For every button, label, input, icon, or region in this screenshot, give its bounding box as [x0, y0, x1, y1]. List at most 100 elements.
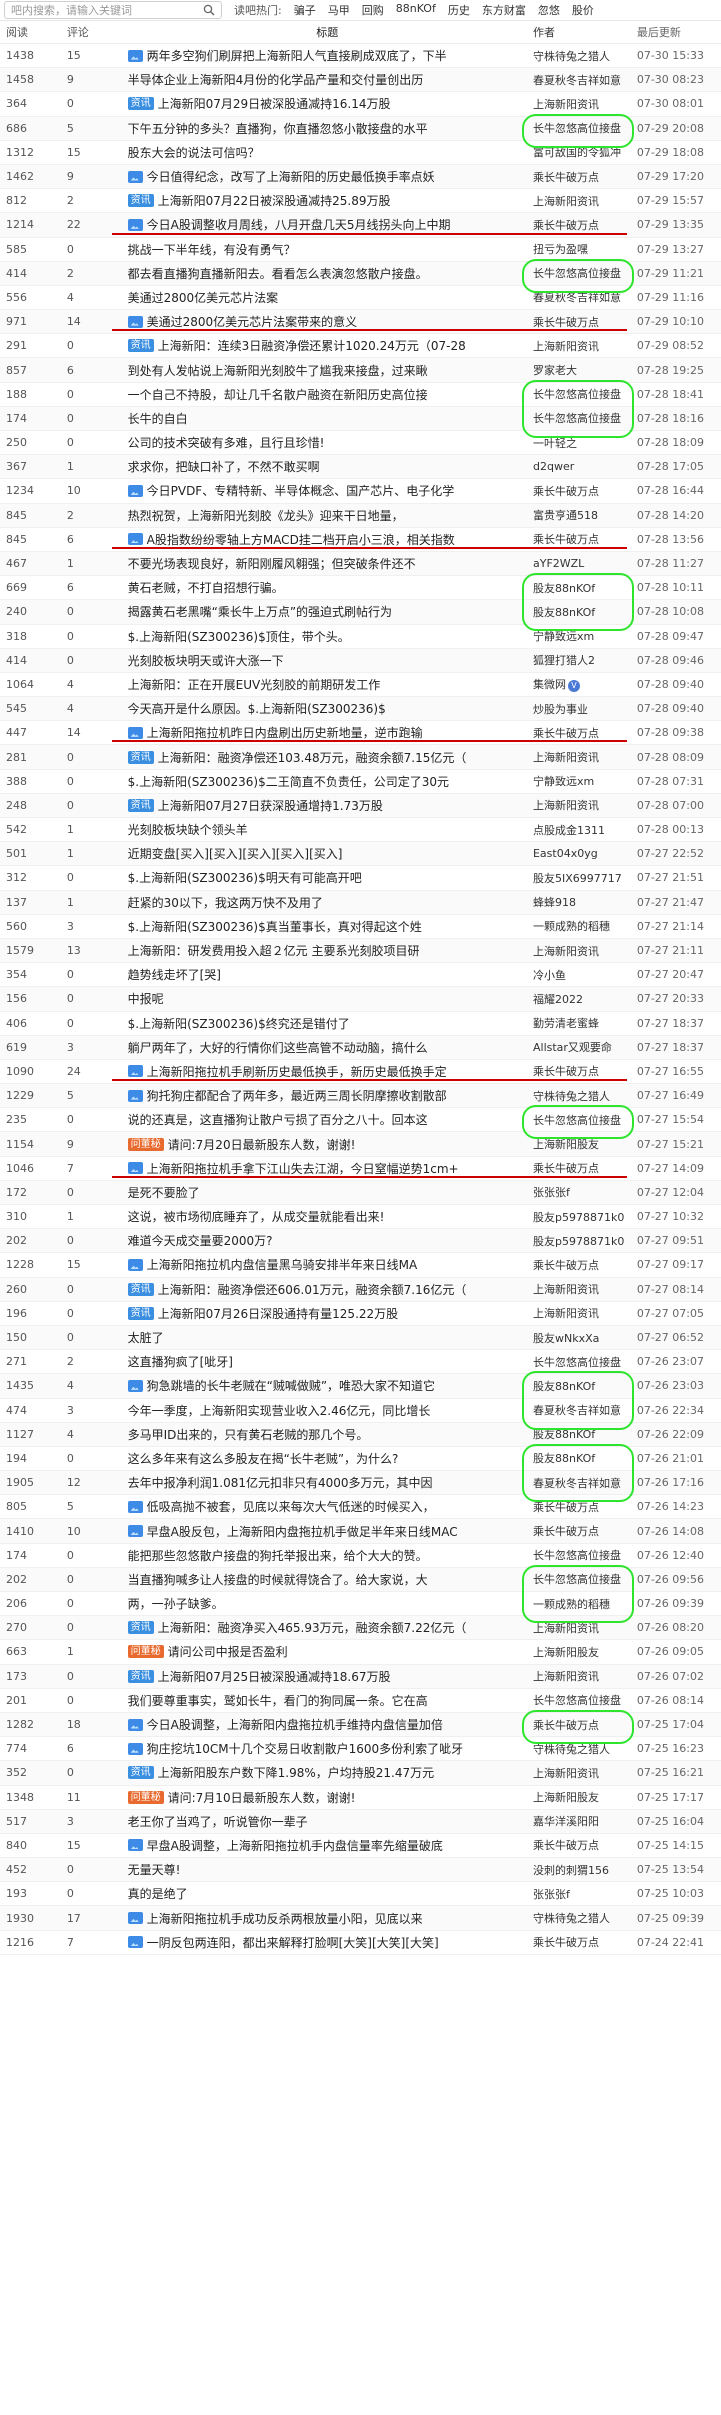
author-link[interactable]: 上海新阳资讯 — [527, 96, 633, 112]
author-link[interactable]: 乘长牛破万点 — [527, 217, 633, 233]
post-title-link[interactable]: 上海新阳：融资净买入465.93万元，融资余额7.22亿元（ — [158, 1619, 467, 1636]
table-row[interactable]: 452 0 无量天尊! 没刺的刺猬156 07-25 13:54 — [0, 1858, 721, 1883]
post-title-link[interactable]: 半导体企业上海新阳4月份的化学品产量和交付量创出历 — [128, 71, 424, 88]
author-link[interactable]: 乘长牛破万点 — [527, 169, 633, 185]
author-link[interactable]: 股友wNkxXa — [527, 1330, 633, 1346]
table-row[interactable]: 1930 17 上海新阳拖拉机手成功反杀两根放量小阳，见底以来 守株待兔之猎人 07-2… — [0, 1906, 721, 1931]
table-row[interactable]: 845 2 热烈祝贺，上海新阳光刻胶《龙头》迎来干日地量， 富贵亨通518 07-28 … — [0, 503, 721, 528]
author-link[interactable]: 乘长牛破万点 — [527, 483, 633, 499]
table-row[interactable]: 174 0 能把那些忽悠散户接盘的狗托举报出来，给个大大的赞。 长牛忽悠高位接盘 07-… — [0, 1544, 721, 1568]
post-title-link[interactable]: 上海新阳07月27日获深股通增持1.73万股 — [158, 797, 383, 814]
author-link[interactable]: aYF2WZL — [527, 557, 633, 570]
table-row[interactable]: 447 14 上海新阳拖拉机昨日内盘刷出历史新地量，逆市跑输 乘长牛破万点 07-28 … — [0, 721, 721, 746]
table-row[interactable]: 560 3 $.上海新阳(SZ300236)$真当董事长，真对得起这个姓 一颗成熟的稻… — [0, 915, 721, 939]
post-title-link[interactable]: $.上海新阳(SZ300236)$终究还是错付了 — [128, 1015, 350, 1032]
post-title-link[interactable]: 今天高开是什么原因。$.上海新阳(SZ300236)$ — [128, 700, 386, 717]
table-row[interactable]: 1462 9 今日值得纪念，改写了上海新阳的历史最低换手率点妖 乘长牛破万点 07-29… — [0, 164, 721, 190]
table-row[interactable]: 1234 10 今日PVDF、专精特新、半导体概念、国产芯片、电子化学 乘长牛破万点 0… — [0, 479, 721, 504]
post-title-link[interactable]: 能把那些忽悠散户接盘的狗托举报出来，给个大大的赞。 — [128, 1547, 428, 1564]
table-row[interactable]: 556 4 美通过2800亿美元芯片法案 春夏秋冬吉祥如意 07-29 11:16 — [0, 286, 721, 311]
table-row[interactable]: 1046 7 上海新阳拖拉机手拿下江山失去江湖，今日窒幅逆势1cm+ 乘长牛破万点 07… — [0, 1157, 721, 1181]
header-comment[interactable]: 评论 — [61, 24, 122, 40]
post-title-link[interactable]: 上海新阳07月22日被深股通减持25.89万股 — [158, 192, 391, 209]
author-link[interactable]: 上海新阳资讯 — [527, 1765, 633, 1781]
table-row[interactable]: 196 0 资讯 上海新阳07月26日深股通持有量125.22万股 上海新阳资讯 07-2… — [0, 1302, 721, 1326]
author-link[interactable]: 乘长牛破万点 — [527, 1934, 633, 1950]
post-title-link[interactable]: 请问公司中报是否盈利 — [168, 1643, 288, 1660]
author-link[interactable]: 没刺的刺猬156 — [527, 1862, 633, 1878]
table-row[interactable]: 1438 15 两年多空狗们刷屏把上海新阳人气直接刷成双底了，下半 守株待兔之猎人 07… — [0, 44, 721, 69]
table-row[interactable]: 812 2 资讯 上海新阳07月22日被深股通减持25.89万股 上海新阳资讯 07-29… — [0, 189, 721, 214]
table-row[interactable]: 248 0 资讯 上海新阳07月27日获深股通增持1.73万股 上海新阳资讯 07-28 … — [0, 793, 721, 818]
author-link[interactable]: 长牛忽悠高位接盘 — [527, 1112, 633, 1128]
post-title-link[interactable]: 下午五分钟的多头？直播狗，你直播忽悠小散接盘的水平 — [128, 120, 428, 137]
author-link[interactable]: 上海新阳股友 — [527, 1644, 633, 1660]
table-row[interactable]: 291 0 资讯 上海新阳：连续3日融资净偿还累计1020.24万元（07-28 上海新… — [0, 334, 721, 359]
post-title-link[interactable]: 热烈祝贺，上海新阳光刻胶《龙头》迎来干日地量， — [128, 507, 404, 524]
table-row[interactable]: 172 0 是死不要脸了 张张张f 07-27 12:04 — [0, 1180, 721, 1205]
post-title-link[interactable]: 今年一季度，上海新阳实现营业收入2.46亿元，同比增长 — [128, 1402, 431, 1419]
hot-link[interactable]: 马甲 — [328, 2, 350, 18]
author-link[interactable]: 乘长牛破万点 — [527, 1499, 633, 1515]
table-row[interactable]: 1905 12 去年中报净利润1.081亿元扣非只有4000多万元，其中因 春夏秋冬吉… — [0, 1471, 721, 1496]
author-link[interactable]: 上海新阳资讯 — [527, 797, 633, 813]
post-title-link[interactable]: 两，一孙子缺爹。 — [128, 1595, 224, 1612]
post-title-link[interactable]: $.上海新阳(SZ300236)$明天有可能高开吧 — [128, 869, 362, 886]
post-title-link[interactable]: 一个自己不持股，却让几千名散户融资在新阳历史高位接 — [128, 386, 428, 403]
table-row[interactable]: 474 3 今年一季度，上海新阳实现营业收入2.46亿元，同比增长 春夏秋冬吉祥如意 0… — [0, 1399, 721, 1423]
table-row[interactable]: 971 14 美通过2800亿美元芯片法案带来的意义 乘长牛破万点 07-29 10:1… — [0, 310, 721, 335]
author-link[interactable]: 股友p5978871k0 — [527, 1209, 633, 1225]
table-row[interactable]: 194 0 这么多年来有这么多股友在揭“长牛老贼”，为什么? 股友88nKOf 07-2… — [0, 1447, 721, 1472]
table-row[interactable]: 201 0 我们要尊重事实，鹫如长牛，看门的狗同属一条。它在高 长牛忽悠高位接盘 07-… — [0, 1689, 721, 1713]
post-title-link[interactable]: 上海新阳：融资净偿还606.01万元，融资余额7.16亿元（ — [158, 1281, 467, 1298]
post-title-link[interactable]: 请问:7月10日最新股东人数，谢谢! — [168, 1789, 356, 1806]
post-title-link[interactable]: 公司的技术突破有多难，且行且珍惜! — [128, 434, 325, 451]
author-link[interactable]: 上海新阳资讯 — [527, 1620, 633, 1636]
post-title-link[interactable]: 我们要尊重事实，鹫如长牛，看门的狗同属一条。它在高 — [128, 1692, 428, 1709]
table-row[interactable]: 663 1 问董秘 请问公司中报是否盈利 上海新阳股友 07-26 09:05 — [0, 1640, 721, 1665]
post-title-link[interactable]: 上海新阳：正在开展EUV光刻胶的前期研发工作 — [128, 676, 381, 693]
table-row[interactable]: 1090 24 上海新阳拖拉机手刷新历史最低换手，新历史最低换手定 乘长牛破万点 07-… — [0, 1060, 721, 1085]
table-row[interactable]: 188 0 一个自己不持股，却让几千名散户融资在新阳历史高位接 长牛忽悠高位接盘 07-… — [0, 383, 721, 407]
post-title-link[interactable]: 真的是绝了 — [128, 1885, 188, 1902]
author-link[interactable]: 富可敌国的令狐冲 — [527, 144, 633, 160]
table-row[interactable]: 406 0 $.上海新阳(SZ300236)$终究还是错付了 勤劳清老蜜蜂 07-27 … — [0, 1012, 721, 1036]
table-row[interactable]: 542 1 光刻胶板块缺个领头羊 点股成金1311 07-28 00:13 — [0, 818, 721, 843]
post-title-link[interactable]: 上海新阳拖拉机手拿下江山失去江湖，今日窒幅逆势1cm+ — [147, 1160, 459, 1177]
table-row[interactable]: 1229 5 狗托狗庄都配合了两年多，最近两三周长阴摩擦收割散部 守株待兔之猎人 07-… — [0, 1084, 721, 1109]
author-link[interactable]: 上海新阳股友 — [527, 1789, 633, 1805]
table-row[interactable]: 364 0 资讯 上海新阳07月29日被深股通减持16.14万股 上海新阳资讯 07-30… — [0, 92, 721, 117]
author-link[interactable]: 上海新阳资讯 — [527, 1281, 633, 1297]
post-title-link[interactable]: 狗急跳墙的长牛老贼在“贼喊做贼”，唯恐大家不知道它 — [147, 1377, 435, 1394]
author-link[interactable]: 上海新阳股友 — [527, 1136, 633, 1152]
post-title-link[interactable]: 美通过2800亿美元芯片法案 — [128, 289, 279, 306]
author-link[interactable]: 乘长牛破万点 — [527, 314, 633, 330]
author-link[interactable]: 长牛忽悠高位接盘 — [527, 1547, 633, 1563]
post-title-link[interactable]: 到处有人发帖说上海新阳光刻胶牛了尴我来接盘，过来瞅 — [128, 362, 428, 379]
author-link[interactable]: 扭亏为盈嘿 — [527, 241, 633, 257]
author-link[interactable]: 上海新阳资讯 — [527, 1668, 633, 1684]
post-title-link[interactable]: 太脏了 — [128, 1329, 164, 1346]
table-row[interactable]: 367 1 求求你，把缺口补了，不然不敢买啊 d2qwer 07-28 17:05 — [0, 455, 721, 480]
author-link[interactable]: 长牛忽悠高位接盘 — [527, 1354, 633, 1370]
author-link[interactable]: 乘长牛破万点 — [527, 1717, 633, 1733]
search-input[interactable]: 吧内搜索，请输入关键词 — [4, 1, 222, 19]
post-title-link[interactable]: 长牛的自白 — [128, 410, 188, 427]
post-title-link[interactable]: 都去看直播狗直播新阳去。看看怎么表演忽悠散户接盘。 — [128, 265, 428, 282]
table-row[interactable]: 352 0 资讯 上海新阳股东户数下降1.98%，户均持股21.47万元 上海新阳资讯 0… — [0, 1761, 721, 1786]
post-title-link[interactable]: 无量天尊! — [128, 1861, 181, 1878]
table-row[interactable]: 1064 4 上海新阳：正在开展EUV光刻胶的前期研发工作 集微网 V 07-28 09:… — [0, 673, 721, 698]
post-title-link[interactable]: 上海新阳07月26日深股通持有量125.22万股 — [158, 1305, 399, 1322]
author-link[interactable]: East04x0yg — [527, 847, 633, 860]
table-row[interactable]: 235 0 说的还真是，这直播狗让散户亏损了百分之八十。回本这 长牛忽悠高位接盘 07-… — [0, 1108, 721, 1133]
author-link[interactable]: 乘长牛破万点 — [527, 1160, 633, 1176]
author-link[interactable]: 张张张f — [527, 1184, 633, 1200]
post-title-link[interactable]: 求求你，把缺口补了，不然不敢买啊 — [128, 458, 320, 475]
post-title-link[interactable]: 多马甲ID出来的，只有黄石老贼的那几个号。 — [128, 1426, 369, 1443]
table-row[interactable]: 240 0 揭露黄石老黑嘴“乘长牛上万点”的强迫式刷帖行为 股友88nKOf 07-28… — [0, 600, 721, 625]
post-title-link[interactable]: 上海新阳拖拉机手刷新历史最低换手，新历史最低换手定 — [147, 1063, 447, 1080]
table-row[interactable]: 414 0 光刻胶板块明天或许大涨一下 狐狸打猎人2 07-28 09:46 — [0, 648, 721, 673]
author-link[interactable]: 点股成金1311 — [527, 822, 633, 838]
author-link[interactable]: 上海新阳资讯 — [527, 338, 633, 354]
post-title-link[interactable]: 上海新阳拖拉机内盘信量黑乌骑安排半年来日线MA — [147, 1256, 418, 1273]
